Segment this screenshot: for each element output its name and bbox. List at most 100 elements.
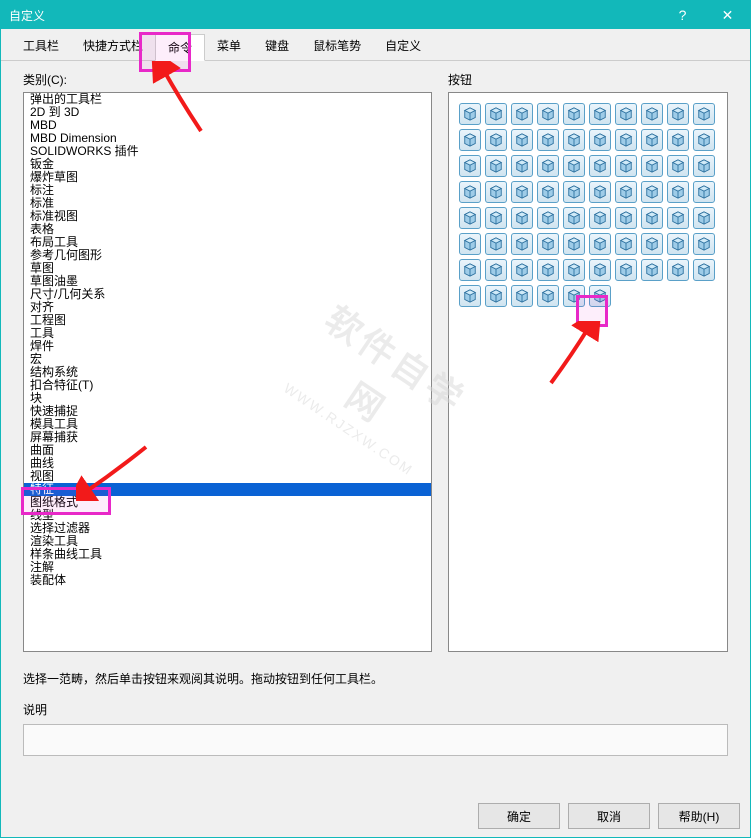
cube-ring-icon[interactable] bbox=[589, 129, 611, 151]
category-item[interactable]: 视图 bbox=[24, 470, 431, 483]
grid-icon[interactable] bbox=[641, 207, 663, 229]
wave-icon[interactable] bbox=[615, 259, 637, 281]
corner-icon[interactable] bbox=[537, 207, 559, 229]
icon-75-icon[interactable] bbox=[589, 285, 611, 307]
tab-6[interactable]: 自定义 bbox=[373, 33, 433, 60]
help-button[interactable]: 帮助(H) bbox=[658, 803, 740, 829]
cube-face-icon[interactable] bbox=[693, 129, 715, 151]
snap-h-icon[interactable] bbox=[563, 207, 585, 229]
sphere-shell-icon[interactable] bbox=[563, 181, 585, 203]
box-lines-icon[interactable] bbox=[589, 233, 611, 255]
egg-icon[interactable] bbox=[459, 181, 481, 203]
icon-74-icon[interactable] bbox=[563, 285, 585, 307]
arrows-icon[interactable] bbox=[589, 207, 611, 229]
frame-icon[interactable] bbox=[485, 207, 507, 229]
icon-71-icon[interactable] bbox=[485, 285, 507, 307]
trapezoid-icon[interactable] bbox=[537, 103, 559, 125]
wedge-icon[interactable] bbox=[615, 103, 637, 125]
down-icon[interactable] bbox=[667, 181, 689, 203]
category-item[interactable]: 选择过滤器 bbox=[24, 522, 431, 535]
copy-icon[interactable] bbox=[589, 155, 611, 177]
category-item[interactable]: 特征 bbox=[24, 483, 431, 496]
loft-icon[interactable] bbox=[563, 103, 585, 125]
equal-icon[interactable] bbox=[589, 181, 611, 203]
category-item[interactable]: 钣金 bbox=[24, 158, 431, 171]
cube-dot-icon[interactable] bbox=[667, 129, 689, 151]
icon-70-icon[interactable] bbox=[459, 285, 481, 307]
category-item[interactable]: 标注 bbox=[24, 184, 431, 197]
check-icon[interactable] bbox=[511, 259, 533, 281]
cube-gear-icon[interactable] bbox=[537, 155, 559, 177]
taper-icon[interactable] bbox=[641, 103, 663, 125]
category-item[interactable]: SOLIDWORKS 插件 bbox=[24, 145, 431, 158]
rotate-icon[interactable] bbox=[459, 207, 481, 229]
house-icon[interactable] bbox=[459, 155, 481, 177]
category-item[interactable]: 注解 bbox=[24, 561, 431, 574]
category-item[interactable]: 曲面 bbox=[24, 444, 431, 457]
category-item[interactable]: 扣合特征(T) bbox=[24, 379, 431, 392]
swirl-icon[interactable] bbox=[485, 103, 507, 125]
sphere-grid-icon[interactable] bbox=[485, 181, 507, 203]
square-icon[interactable] bbox=[693, 181, 715, 203]
category-item[interactable]: 工具 bbox=[24, 327, 431, 340]
category-item[interactable]: 样条曲线工具 bbox=[24, 548, 431, 561]
tube-grid-icon[interactable] bbox=[511, 181, 533, 203]
tab-0[interactable]: 工具栏 bbox=[11, 33, 71, 60]
icon-69-icon[interactable] bbox=[693, 259, 715, 281]
icon-73-icon[interactable] bbox=[537, 285, 559, 307]
category-item[interactable]: 表格 bbox=[24, 223, 431, 236]
box-down-icon[interactable] bbox=[693, 207, 715, 229]
cube-slice-icon[interactable] bbox=[485, 259, 507, 281]
category-item[interactable]: 曲线 bbox=[24, 457, 431, 470]
flag-icon[interactable] bbox=[667, 233, 689, 255]
ruler-icon[interactable] bbox=[641, 181, 663, 203]
tab-2[interactable]: 命令 bbox=[155, 34, 205, 61]
faceted-icon[interactable] bbox=[641, 129, 663, 151]
H-icon[interactable] bbox=[615, 181, 637, 203]
category-item[interactable]: 爆炸草图 bbox=[24, 171, 431, 184]
cube-icon[interactable] bbox=[459, 103, 481, 125]
can-icon[interactable] bbox=[537, 181, 559, 203]
hemi-icon[interactable] bbox=[693, 155, 715, 177]
icon-72-icon[interactable] bbox=[511, 285, 533, 307]
category-item[interactable]: 弹出的工具栏 bbox=[24, 93, 431, 106]
box-grid-icon[interactable] bbox=[563, 233, 585, 255]
ok-button[interactable]: 确定 bbox=[478, 803, 560, 829]
cylinder-icon[interactable] bbox=[485, 155, 507, 177]
category-item[interactable]: 快速捕捉 bbox=[24, 405, 431, 418]
dome-icon[interactable] bbox=[667, 155, 689, 177]
category-item[interactable]: 块 bbox=[24, 392, 431, 405]
category-item[interactable]: 工程图 bbox=[24, 314, 431, 327]
orbit-icon[interactable] bbox=[563, 155, 585, 177]
tab-5[interactable]: 鼠标笔势 bbox=[301, 33, 373, 60]
tab-4[interactable]: 键盘 bbox=[253, 33, 301, 60]
half-cylinder-icon[interactable] bbox=[459, 129, 481, 151]
pipe-icon[interactable] bbox=[693, 103, 715, 125]
washer-icon[interactable] bbox=[511, 155, 533, 177]
category-item[interactable]: 草图 bbox=[24, 262, 431, 275]
box-flat-icon[interactable] bbox=[537, 233, 559, 255]
icon-68-icon[interactable] bbox=[667, 259, 689, 281]
tab-1[interactable]: 快捷方式栏 bbox=[71, 33, 155, 60]
category-item[interactable]: 焊件 bbox=[24, 340, 431, 353]
cross-icon[interactable] bbox=[511, 207, 533, 229]
help-button[interactable]: ? bbox=[660, 1, 705, 29]
fold-icon[interactable] bbox=[641, 259, 663, 281]
3d-label-icon[interactable] bbox=[537, 259, 559, 281]
cube-yellow-icon[interactable] bbox=[641, 233, 663, 255]
category-item[interactable]: 标准 bbox=[24, 197, 431, 210]
target-icon[interactable] bbox=[667, 207, 689, 229]
cube-cut-icon[interactable] bbox=[693, 233, 715, 255]
cancel-button[interactable]: 取消 bbox=[568, 803, 650, 829]
diamond-icon[interactable] bbox=[511, 129, 533, 151]
3d-split-icon[interactable] bbox=[563, 259, 585, 281]
close-button[interactable]: ✕ bbox=[705, 1, 750, 29]
cube-star-icon[interactable] bbox=[563, 129, 585, 151]
cube-cube-icon[interactable] bbox=[615, 155, 637, 177]
category-item[interactable]: 模具工具 bbox=[24, 418, 431, 431]
category-item[interactable]: 标准视图 bbox=[24, 210, 431, 223]
category-item[interactable]: 屏幕捕获 bbox=[24, 431, 431, 444]
trim-icon[interactable] bbox=[615, 129, 637, 151]
category-item[interactable]: 宏 bbox=[24, 353, 431, 366]
category-item[interactable]: 图纸格式 bbox=[24, 496, 431, 509]
